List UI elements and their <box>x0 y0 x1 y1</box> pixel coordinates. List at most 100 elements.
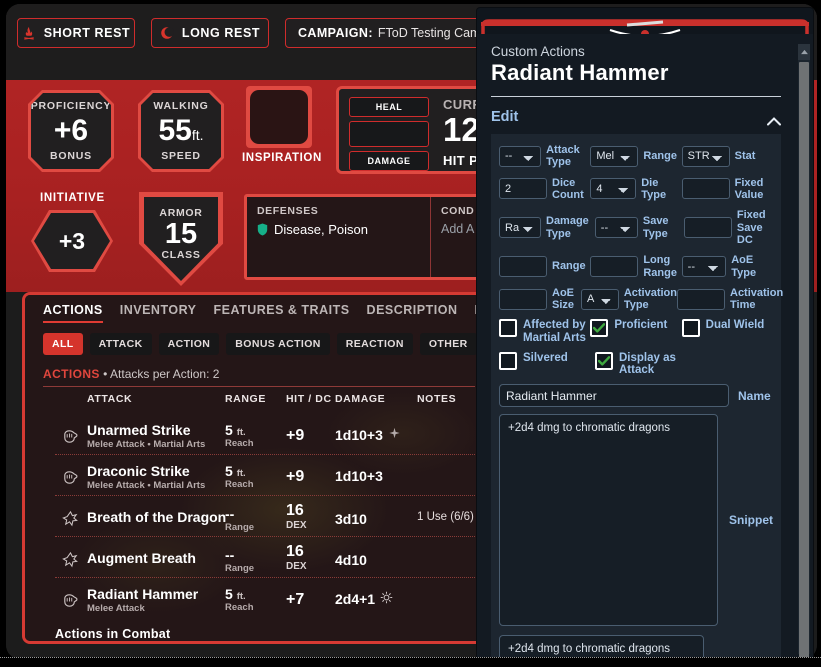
name-input[interactable] <box>499 384 729 407</box>
filter-action[interactable]: ACTION <box>158 333 220 355</box>
edit-section-label: Edit <box>491 109 519 125</box>
die-type-label: Die Type <box>641 176 667 201</box>
field-range: Range <box>499 256 590 277</box>
proficiency-label: PROFICIENCY <box>30 100 112 112</box>
field-fixed-save-dc: Fixed Save DC <box>683 209 773 246</box>
heal-button[interactable]: HEAL <box>349 97 429 117</box>
proficiency-sub: BONUS <box>50 150 92 162</box>
form-row: Range Long Range -- AoE Type <box>499 254 773 279</box>
walking-speed-stat[interactable]: WALKING 55ft. SPEED <box>138 90 224 172</box>
action-damage: 1d10+3 <box>335 427 383 443</box>
table-row[interactable]: Augment Breath -- Range 16 DEX 4d10 <box>25 538 497 579</box>
checkbox-cell-display-as-attack: Display as Attack <box>595 351 691 377</box>
range-mode-select[interactable]: Mel <box>590 145 639 167</box>
field-stat: STR Stat <box>681 145 773 167</box>
panel-scrollbar-thumb[interactable] <box>799 62 809 660</box>
activation-time-input[interactable] <box>677 288 725 310</box>
fixed-save-dc-input[interactable] <box>683 217 732 239</box>
range-input[interactable] <box>499 256 547 277</box>
checkbox-cell-proficient: Proficient <box>590 319 681 338</box>
hit-points-label: HIT P <box>443 153 479 168</box>
filter-other[interactable]: OTHER <box>419 333 477 355</box>
activation-type-select[interactable]: A <box>581 288 619 310</box>
dice-count-label: Dice Count <box>552 176 584 201</box>
walking-unit: ft. <box>191 127 204 143</box>
fixed-value-input[interactable] <box>681 178 730 200</box>
aoe-size-input[interactable] <box>499 288 547 310</box>
long-range-label: Long Range <box>643 254 677 279</box>
silvered-checkbox[interactable] <box>499 351 517 370</box>
snippet-textarea[interactable]: +2d4 dmg to chromatic dragons <box>499 414 718 626</box>
column-header-hit: HIT / DC <box>286 393 332 405</box>
stat-select[interactable]: STR <box>681 145 730 167</box>
breath-icon <box>61 509 80 528</box>
die-type-select[interactable]: 4 <box>590 178 637 200</box>
action-range-sub: Range <box>225 562 255 574</box>
silvered-label: Silvered <box>523 351 568 364</box>
checkbox-cell-silvered: Silvered <box>499 351 595 370</box>
filter-all[interactable]: ALL <box>43 333 83 355</box>
short-rest-button[interactable]: SHORT REST <box>17 18 135 48</box>
field-aoe-size: AoE Size <box>499 287 581 312</box>
display-as-attack-checkbox[interactable] <box>595 351 613 370</box>
table-row[interactable]: Breath of the Dragon -- Range 16 DEX 3d10 1 Us… <box>25 497 497 538</box>
filter-bonus-action[interactable]: BONUS ACTION <box>226 333 330 355</box>
long-range-input[interactable] <box>590 256 639 277</box>
checkbox-row: Silvered Display as Attack <box>499 351 773 377</box>
save-type-select[interactable]: -- <box>594 217 638 239</box>
action-range-unit: ft. <box>236 468 246 479</box>
inspiration-label: INSPIRATION <box>242 152 322 164</box>
action-range: 5 ft. <box>225 463 246 479</box>
tab-features-traits[interactable]: FEATURES & TRAITS <box>214 303 350 321</box>
column-header-attack: ATTACK <box>87 393 133 405</box>
action-hit-dc: +7 <box>286 591 305 608</box>
filter-reaction[interactable]: REACTION <box>336 333 413 355</box>
action-range-sub: Reach <box>225 601 254 613</box>
hp-amount-input[interactable] <box>349 121 429 147</box>
edit-section-header[interactable]: Edit <box>491 106 781 128</box>
tab-actions[interactable]: ACTIONS <box>43 303 103 323</box>
attack-type-select[interactable]: -- <box>499 145 542 167</box>
action-range: 5 ft. <box>225 422 246 438</box>
name-row: Name <box>499 384 773 407</box>
checkbox-row: Affected by Martial Arts Proficient Dual W… <box>499 319 773 344</box>
damage-type-label: Damage Type <box>546 215 589 240</box>
action-range-unit: ft. <box>236 427 246 438</box>
proficient-checkbox[interactable] <box>590 319 609 338</box>
fixed-save-dc-label: Fixed Save DC <box>736 209 766 246</box>
inspiration-toggle[interactable] <box>246 86 312 148</box>
scroll-up-arrow-icon[interactable] <box>798 44 810 60</box>
action-range-sub: Range <box>225 521 255 533</box>
chevron-up-icon[interactable] <box>767 113 781 125</box>
action-damage: 3d10 <box>335 511 367 527</box>
table-row[interactable]: Draconic Strike Melee Attack • Martial Ar… <box>25 456 497 497</box>
action-subtitle: Melee Attack • Martial Arts <box>87 438 206 450</box>
aoe-type-select[interactable]: -- <box>681 256 727 277</box>
row-separator <box>55 577 475 578</box>
checkbox-cell-dual-wield: Dual Wield <box>681 319 773 338</box>
dice-count-input[interactable] <box>499 178 547 200</box>
defenses-column[interactable]: DEFENSES Disease, Poison <box>247 197 429 277</box>
dual-wield-checkbox[interactable] <box>681 319 700 338</box>
field-die-type: 4 Die Type <box>590 177 681 202</box>
tab-description[interactable]: DESCRIPTION <box>367 303 458 321</box>
dual-wield-label: Dual Wield <box>705 319 765 332</box>
defenses-value: Disease, Poison <box>274 222 368 237</box>
initiative-value: +3 <box>34 213 110 269</box>
field-long-range: Long Range <box>590 254 681 279</box>
table-row[interactable]: Unarmed Strike Melee Attack • Martial Art… <box>25 415 497 456</box>
filter-attack[interactable]: ATTACK <box>89 333 152 355</box>
damage-type-select[interactable]: Ra <box>499 217 541 239</box>
aoe-type-label: AoE Type <box>731 254 757 279</box>
proficiency-bonus-stat[interactable]: PROFICIENCY +6 BONUS <box>28 90 114 172</box>
tab-inventory[interactable]: INVENTORY <box>120 303 197 321</box>
long-rest-button[interactable]: LONG REST <box>151 18 269 48</box>
fist-icon <box>61 427 80 446</box>
section-divider <box>43 386 475 387</box>
damage-button[interactable]: DAMAGE <box>349 151 429 171</box>
affected-by-martial-arts-checkbox[interactable] <box>499 319 517 338</box>
table-row[interactable]: Radiant Hammer Melee Attack 5 ft. Reach +7 2d… <box>25 579 497 620</box>
column-header-damage: DAMAGE <box>335 393 386 405</box>
proficient-label: Proficient <box>614 319 668 332</box>
breath-icon <box>61 550 80 569</box>
